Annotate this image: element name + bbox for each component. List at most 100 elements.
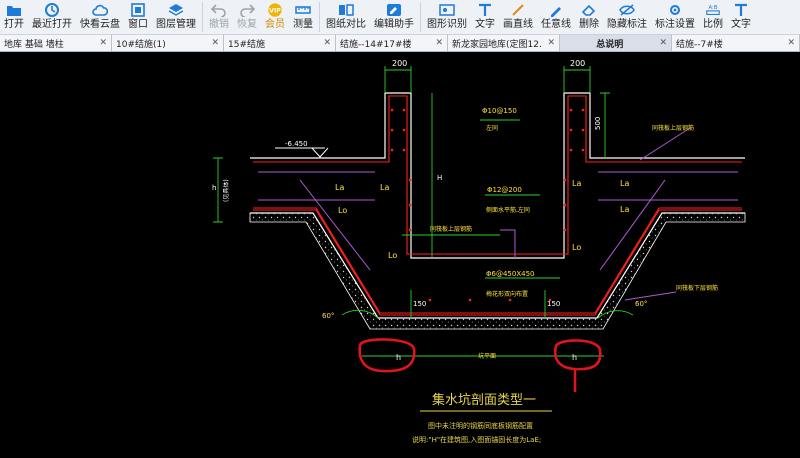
folder-open-icon <box>6 2 22 18</box>
rebar-note-label: 同筏板下层钢筋 <box>676 284 718 292</box>
scale-icon: A:B <box>705 2 721 18</box>
undo-button[interactable]: 撤销 <box>205 0 233 34</box>
layers-label: 图层管理 <box>156 19 196 30</box>
close-icon[interactable]: ✕ <box>435 38 443 48</box>
delete-button[interactable]: 删除 <box>575 0 603 34</box>
dim-label: h <box>212 184 216 192</box>
text-button[interactable]: 文字 <box>471 0 499 34</box>
close-icon[interactable]: ✕ <box>99 38 107 48</box>
drawing-canvas[interactable]: 200 200 500 -6.450 h (见具体) H 150 150 La … <box>0 52 800 454</box>
edit-assistant-button[interactable]: 编辑助手 <box>370 0 418 34</box>
tab-label: 10#结施(1) <box>116 39 166 50</box>
edit-assistant-label: 编辑助手 <box>374 19 414 30</box>
line-button[interactable]: 画直线 <box>499 0 537 34</box>
shape-recognize-icon <box>439 2 455 18</box>
anchor-label: Lo <box>388 251 397 260</box>
toolbar-divider <box>202 2 203 32</box>
freehand-line-button[interactable]: 任意线 <box>537 0 575 34</box>
tab-active-document[interactable]: 总说明 ✕ <box>560 35 672 51</box>
markup-circle <box>553 339 602 371</box>
floor-label: 坑平面 <box>478 352 496 360</box>
eraser-icon <box>581 2 597 18</box>
hide-annotation-button[interactable]: 隐藏标注 <box>603 0 651 34</box>
shape-recognize-button[interactable]: 图形识别 <box>423 0 471 34</box>
window-label: 窗口 <box>128 19 148 30</box>
dimension-line <box>384 66 412 93</box>
anchor-label: Lo <box>338 206 347 215</box>
delete-label: 删除 <box>579 19 599 30</box>
close-icon[interactable]: ✕ <box>547 38 555 48</box>
tab-document[interactable]: 地库 基础 墙柱 ✕ <box>0 35 112 51</box>
tab-label: 结施--14#17#楼 <box>340 39 412 50</box>
drawing-note: 说明:"H"在建筑图,入图面锚固长度为LaE; <box>412 435 541 444</box>
toolbar-divider <box>319 2 320 32</box>
redo-label: 恢复 <box>237 19 257 30</box>
cad-drawing: 200 200 500 -6.450 h (见具体) H 150 150 La … <box>212 59 746 444</box>
cloud-button[interactable]: 快看云盘 <box>76 0 124 34</box>
document-tabs: 地库 基础 墙柱 ✕ 10#结施(1) ✕ 15#结施 ✕ 结施--14#17#楼 ✕ … <box>0 35 800 52</box>
dim-label: H <box>437 174 442 182</box>
close-icon[interactable]: ✕ <box>659 38 667 48</box>
close-icon[interactable]: ✕ <box>323 38 331 48</box>
dim-label: h <box>396 353 401 362</box>
rebar-spec-label: Φ12@200 <box>487 186 522 194</box>
elevation-marker <box>275 147 329 158</box>
svg-text:VIP: VIP <box>269 8 281 15</box>
svg-text:A:B: A:B <box>708 5 717 11</box>
rebar-note-label: 同筏板上层钢筋 <box>652 124 694 132</box>
vip-button[interactable]: VIP 会员 <box>261 0 289 34</box>
rebar-note-label: 同筏板上层钢筋 <box>430 225 472 233</box>
rebar-spec-label: Φ6@450X450 <box>486 270 534 278</box>
open-button[interactable]: 打开 <box>0 0 28 34</box>
close-icon[interactable]: ✕ <box>211 38 219 48</box>
dim-label: 150 <box>413 300 426 308</box>
freehand-line-icon <box>548 2 564 18</box>
leader-line <box>639 127 691 161</box>
annotation-settings-button[interactable]: 标注设置 <box>651 0 699 34</box>
tab-label: 15#结施 <box>228 39 265 50</box>
text2-label: 文字 <box>731 19 751 30</box>
edit-assistant-icon <box>386 2 402 18</box>
tab-document[interactable]: 结施--7#楼 ✕ <box>672 35 800 51</box>
window-button[interactable]: 窗口 <box>124 0 152 34</box>
dim-label: 500 <box>594 117 602 130</box>
tab-document[interactable]: 15#结施 ✕ <box>224 35 336 51</box>
dim-label: h <box>572 353 577 362</box>
redo-icon <box>239 2 255 18</box>
rebar-spec-label: 梅花形双向布置 <box>486 290 528 298</box>
measure-icon <box>295 2 311 18</box>
recent-label: 最近打开 <box>32 19 72 30</box>
window-icon <box>130 2 146 18</box>
rebar-spec-label: Φ10@150 <box>482 107 517 115</box>
text-icon <box>477 2 493 18</box>
redo-button[interactable]: 恢复 <box>233 0 261 34</box>
layers-button[interactable]: 图层管理 <box>152 0 200 34</box>
tab-document[interactable]: 结施--14#17#楼 ✕ <box>336 35 448 51</box>
open-label: 打开 <box>4 19 24 30</box>
leader-line <box>624 291 677 301</box>
annotation-settings-icon <box>667 2 683 18</box>
dim-label: 200 <box>392 59 407 68</box>
measure-button[interactable]: 测量 <box>289 0 317 34</box>
tab-label: 新龙家园地库(定图12… <box>452 39 544 50</box>
tab-document[interactable]: 新龙家园地库(定图12… ✕ <box>448 35 560 51</box>
anchor-label: Lo <box>572 243 581 252</box>
rebar-spec-label: 左同 <box>486 124 498 132</box>
text-label: 文字 <box>475 19 495 30</box>
markup-circle <box>358 338 416 373</box>
undo-label: 撤销 <box>209 19 229 30</box>
elevation-label: -6.450 <box>285 140 308 148</box>
angle-label: 60° <box>322 312 334 320</box>
annotation-settings-label: 标注设置 <box>655 19 695 30</box>
close-icon[interactable]: ✕ <box>787 38 795 48</box>
text2-button[interactable]: 文字 <box>727 0 755 34</box>
vip-label: 会员 <box>265 19 285 30</box>
concrete-outline-bottom <box>250 212 745 319</box>
clock-icon <box>44 2 60 18</box>
scale-button[interactable]: A:B 比例 <box>699 0 727 34</box>
compare-button[interactable]: 图纸对比 <box>322 0 370 34</box>
recent-button[interactable]: 最近打开 <box>28 0 76 34</box>
cloud-label: 快看云盘 <box>80 19 120 30</box>
anchor-label: La <box>620 179 629 188</box>
tab-document[interactable]: 10#结施(1) ✕ <box>112 35 224 51</box>
